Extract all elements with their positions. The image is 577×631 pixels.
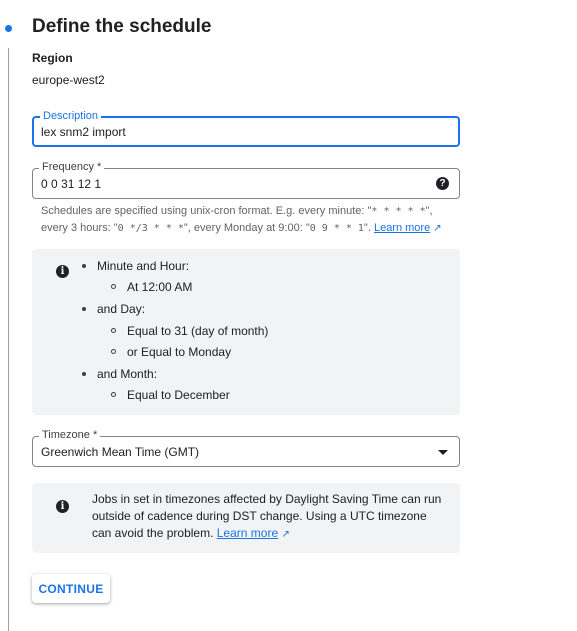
step-connector-line (8, 48, 9, 631)
frequency-label: Frequency * (39, 161, 105, 173)
summary-day-of-month: Equal to 31 (day of month) (111, 324, 268, 338)
description-input[interactable]: lex snm2 import (41, 125, 126, 139)
dst-notice-text: Jobs in set in timezones affected by Day… (92, 492, 442, 540)
cron-learn-more-link[interactable]: Learn more (374, 222, 430, 234)
step-indicator-dot (5, 25, 12, 32)
question-circle-icon[interactable]: ? (436, 177, 449, 190)
summary-month: Equal to December (111, 388, 230, 402)
region-label: Region (32, 51, 73, 65)
description-field[interactable]: Description lex snm2 import (32, 110, 460, 147)
summary-and-day: and Day: (82, 302, 145, 316)
timezone-select[interactable]: Timezone * Greenwich Mean Time (GMT) (32, 429, 460, 467)
description-label: Description (40, 110, 102, 122)
info-icon: i (56, 265, 69, 278)
step-title: Define the schedule (32, 16, 212, 37)
external-link-icon: ↗ (281, 529, 290, 540)
dst-learn-more-link[interactable]: Learn more (217, 526, 278, 540)
summary-at-time: At 12:00 AM (111, 280, 192, 294)
summary-minute-hour: Minute and Hour: (82, 259, 189, 273)
summary-and-month: and Month: (82, 367, 157, 381)
external-link-icon: ↗ (433, 223, 442, 234)
summary-or-day: or Equal to Monday (111, 345, 231, 359)
region-value: europe-west2 (32, 73, 105, 87)
cron-hint: Schedules are specified using unix-cron … (41, 205, 442, 234)
caret-down-icon[interactable] (438, 450, 448, 455)
timezone-label: Timezone * (39, 429, 101, 441)
continue-button[interactable]: CONTINUE (32, 574, 110, 603)
timezone-value: Greenwich Mean Time (GMT) (41, 445, 200, 459)
info-icon: i (56, 500, 69, 513)
frequency-field[interactable]: Frequency * 0 0 31 12 1 ? (32, 161, 460, 199)
frequency-input[interactable]: 0 0 31 12 1 (41, 177, 101, 191)
